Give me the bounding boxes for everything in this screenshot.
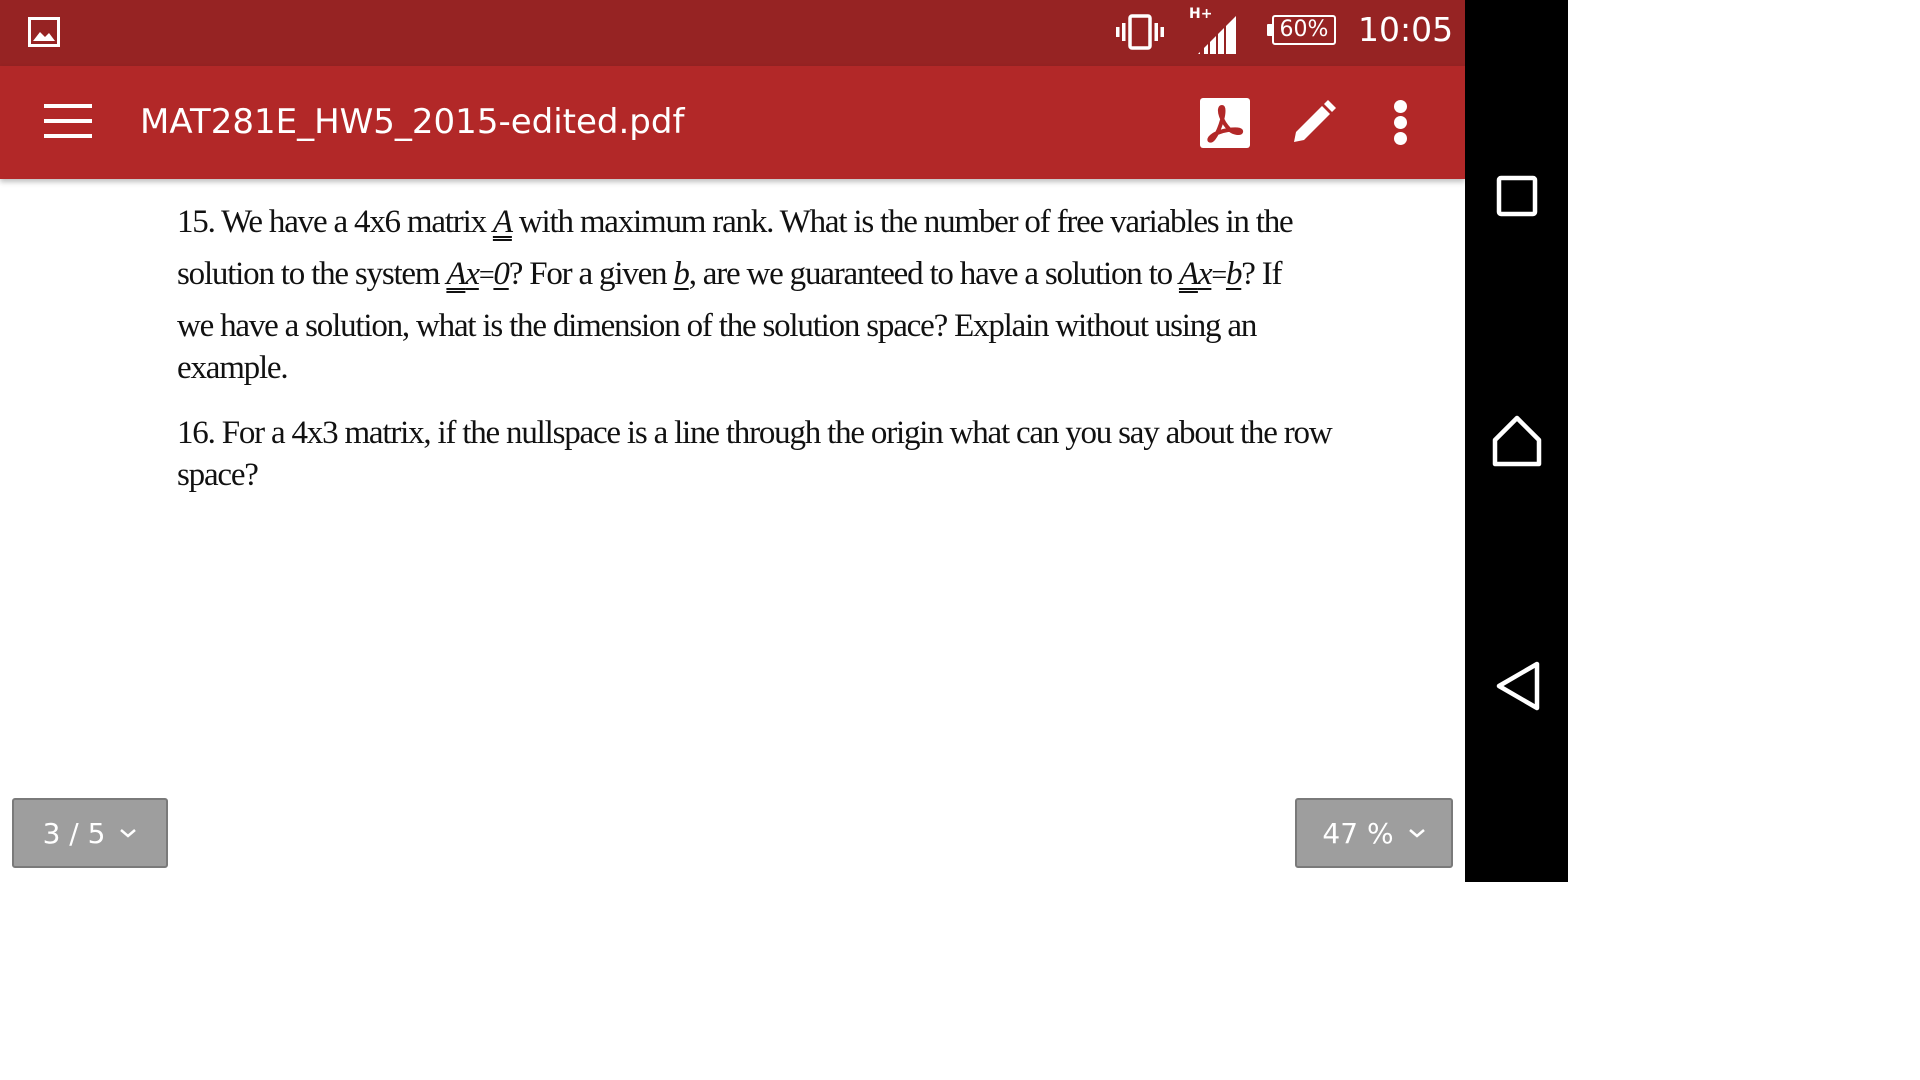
- recents-icon[interactable]: [1487, 166, 1547, 226]
- home-icon[interactable]: [1487, 410, 1547, 470]
- question-15-line-1: 15. We have a 4x6 matrix A with maximum …: [177, 204, 1294, 240]
- signal-icon: H+: [1186, 6, 1238, 54]
- menu-icon[interactable]: [44, 104, 92, 140]
- chevron-down-icon: [1408, 829, 1425, 838]
- question-15-line-3: we have a solution, what is the dimensio…: [177, 308, 1257, 344]
- question-16-line-2: space?: [177, 457, 259, 493]
- edit-icon[interactable]: [1288, 98, 1338, 148]
- document-title: MAT281E_HW5_2015-edited.pdf: [140, 102, 685, 142]
- image-notification-icon: [28, 17, 60, 47]
- battery-level: 60%: [1279, 17, 1329, 42]
- page-selector-button[interactable]: 3 / 5: [12, 798, 168, 868]
- navigation-bar: [1465, 0, 1568, 882]
- battery-icon: 60%: [1272, 15, 1336, 45]
- zoom-selector-button[interactable]: 47 %: [1295, 798, 1453, 868]
- chevron-down-icon: [120, 829, 137, 838]
- back-icon[interactable]: [1487, 656, 1547, 716]
- vibrate-icon: [1116, 14, 1164, 50]
- question-15-line-2: solution to the system Ax=0? For a given…: [177, 256, 1283, 292]
- app-bar: MAT281E_HW5_2015-edited.pdf: [0, 66, 1465, 179]
- zoom-level: 47 %: [1322, 816, 1394, 850]
- question-15-line-4: example.: [177, 350, 289, 386]
- pdf-icon[interactable]: [1200, 98, 1250, 148]
- more-vert-icon[interactable]: [1384, 100, 1418, 146]
- page-indicator: 3 / 5: [42, 816, 106, 850]
- status-bar: H+ 60% 10:05: [0, 0, 1465, 66]
- clock: 10:05: [1358, 10, 1454, 49]
- question-16-line-1: 16. For a 4x3 matrix, if the nullspace i…: [177, 415, 1333, 451]
